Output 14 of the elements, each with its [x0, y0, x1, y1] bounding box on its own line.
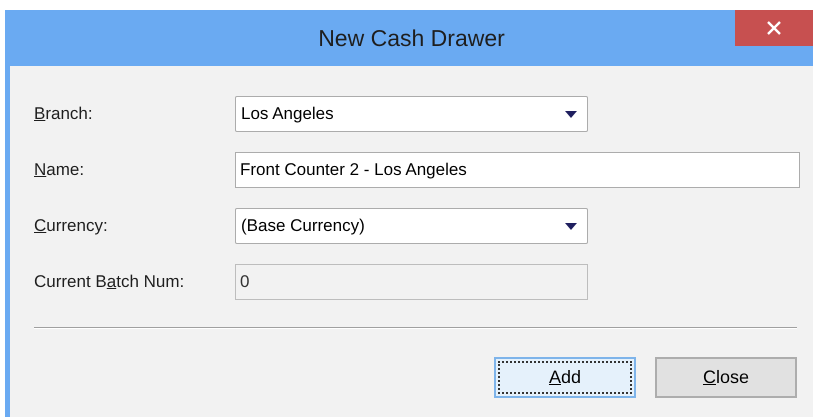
- window-title: New Cash Drawer: [318, 24, 505, 53]
- close-button[interactable]: [735, 10, 813, 46]
- dropdown-arrow-icon: [565, 222, 577, 230]
- field-label: Branch:: [34, 103, 94, 126]
- dialog-button[interactable]: Close: [655, 357, 797, 398]
- input-field[interactable]: Front Counter 2 - Los Angeles: [235, 152, 800, 188]
- dropdown[interactable]: (Base Currency): [235, 208, 588, 244]
- dropdown[interactable]: Los Angeles: [235, 96, 588, 132]
- field-label: Currency:: [34, 215, 109, 238]
- dialog-button[interactable]: Add: [494, 357, 636, 398]
- close-icon: [767, 21, 781, 35]
- dropdown-arrow-icon: [565, 110, 577, 118]
- field-label: Name:: [34, 159, 86, 182]
- field-label: Current Batch Num:: [34, 271, 186, 294]
